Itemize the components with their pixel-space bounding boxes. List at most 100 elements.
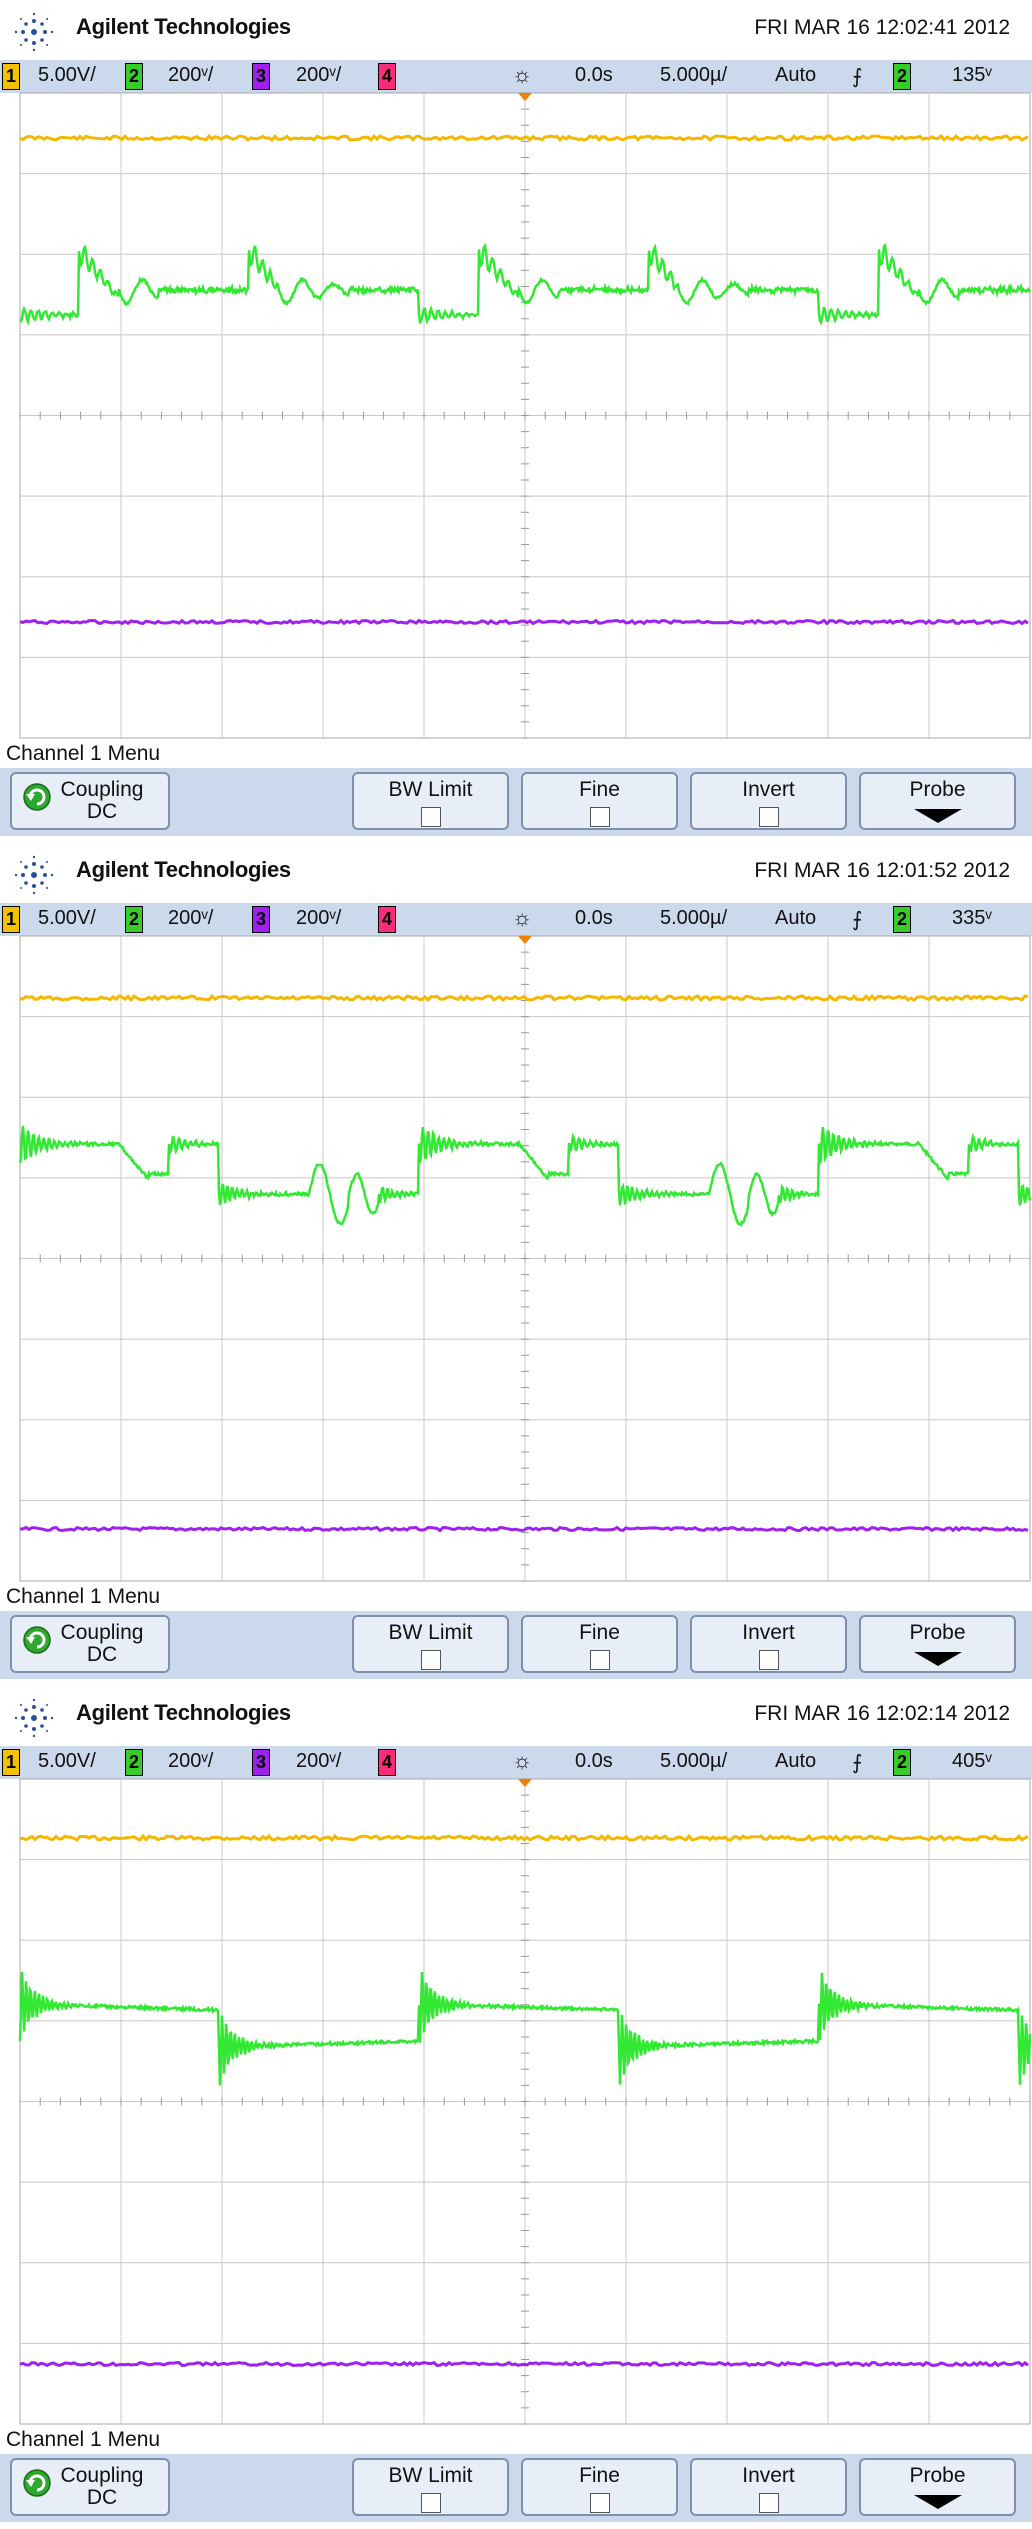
scope-screen: Agilent Technologies FRI MAR 16 12:02:41… [0, 0, 1032, 843]
channel-2-scale: 200ᵛ/ [168, 1750, 214, 1772]
probe-label: Probe [909, 1621, 966, 1644]
invert-checkbox[interactable] [758, 1650, 779, 1670]
timestamp: FRI MAR 16 12:02:41 2012 [754, 16, 1010, 39]
coupling-label: Coupling [60, 778, 144, 801]
bw-limit-button[interactable]: BW Limit [352, 772, 509, 830]
submenu-arrow-icon [913, 1652, 962, 1666]
brand-name: Agilent Technologies [76, 1700, 291, 1725]
timestamp: FRI MAR 16 12:02:14 2012 [754, 1702, 1010, 1725]
channel-2-scale: 200ᵛ/ [168, 907, 214, 929]
scope-screen: Agilent Technologies FRI MAR 16 12:01:52… [0, 843, 1032, 1686]
trigger-source-indicator: 2 [893, 63, 911, 90]
coupling-button[interactable]: Coupling DC [10, 2458, 170, 2516]
trigger-level: 405ᵛ [952, 1750, 992, 1772]
timebase-value: 5.000µ/ [660, 64, 728, 86]
probe-label: Probe [909, 2464, 966, 2487]
coupling-label: Coupling [60, 2464, 144, 2487]
channel-1-scale: 5.00V/ [38, 64, 96, 86]
softkey-bar: Coupling DC BW Limit Fine Invert Probe [0, 1611, 1032, 1679]
trigger-slope-icon: ⨍ [852, 909, 863, 931]
submenu-arrow-icon [913, 2495, 962, 2509]
trigger-mode: Auto [775, 907, 817, 929]
bw-limit-label: BW Limit [388, 778, 473, 801]
coupling-button[interactable]: Coupling DC [10, 772, 170, 830]
menu-title: Channel 1 Menu [6, 742, 161, 765]
rotate-icon [23, 1626, 51, 1654]
channel-2-indicator[interactable]: 2 [125, 1749, 143, 1776]
rotate-icon [23, 2469, 51, 2497]
channel-2-indicator[interactable]: 2 [125, 906, 143, 933]
invert-checkbox[interactable] [758, 807, 779, 827]
channel-3-scale: 200ᵛ/ [296, 64, 342, 86]
trigger-source-indicator: 2 [893, 1749, 911, 1776]
fine-checkbox[interactable] [589, 1650, 610, 1670]
channel-4-indicator[interactable]: 4 [378, 906, 396, 933]
channel-3-scale: 200ᵛ/ [296, 1750, 342, 1772]
bw-limit-checkbox[interactable] [420, 807, 441, 827]
probe-button[interactable]: Probe [859, 1615, 1016, 1673]
trigger-level: 335ᵛ [952, 907, 992, 929]
run-state-icon: ☼ [512, 905, 533, 930]
submenu-arrow-icon [913, 809, 962, 823]
probe-label: Probe [909, 778, 966, 801]
coupling-button[interactable]: Coupling DC [10, 1615, 170, 1673]
fine-label: Fine [579, 1621, 620, 1644]
fine-label: Fine [579, 2464, 620, 2487]
bw-limit-checkbox[interactable] [420, 1650, 441, 1670]
delay-value: 0.0s [575, 64, 613, 86]
coupling-value: DC [86, 800, 118, 823]
trigger-slope-icon: ⨍ [852, 66, 863, 88]
run-state-icon: ☼ [512, 62, 533, 87]
delay-value: 0.0s [575, 907, 613, 929]
invert-label: Invert [742, 1621, 795, 1644]
coupling-label: Coupling [60, 1621, 144, 1644]
channel-1-indicator[interactable]: 1 [2, 906, 20, 933]
invert-checkbox[interactable] [758, 2493, 779, 2513]
coupling-value: DC [86, 2486, 118, 2509]
channel-1-scale: 5.00V/ [38, 1750, 96, 1772]
agilent-logo-icon [14, 12, 54, 52]
bw-limit-button[interactable]: BW Limit [352, 2458, 509, 2516]
status-bar: 1 5.00V/ 2 200ᵛ/ 3 200ᵛ/ 4 ☼ 0.0s 5.000µ… [0, 903, 1032, 936]
trigger-slope-icon: ⨍ [852, 1752, 863, 1774]
probe-button[interactable]: Probe [859, 2458, 1016, 2516]
fine-checkbox[interactable] [589, 2493, 610, 2513]
trigger-mode: Auto [775, 64, 817, 86]
channel-3-indicator[interactable]: 3 [252, 63, 270, 90]
channel-2-indicator[interactable]: 2 [125, 63, 143, 90]
trigger-level: 135ᵛ [952, 64, 992, 86]
menu-title: Channel 1 Menu [6, 1585, 161, 1608]
softkey-bar: Coupling DC BW Limit Fine Invert Probe [0, 2454, 1032, 2522]
probe-button[interactable]: Probe [859, 772, 1016, 830]
agilent-logo-icon [14, 855, 54, 895]
scope-screen: Agilent Technologies FRI MAR 16 12:02:14… [0, 1686, 1032, 2529]
bw-limit-button[interactable]: BW Limit [352, 1615, 509, 1673]
softkey-bar: Coupling DC BW Limit Fine Invert Probe [0, 768, 1032, 836]
run-state-icon: ☼ [512, 1748, 533, 1773]
fine-checkbox[interactable] [589, 807, 610, 827]
timestamp: FRI MAR 16 12:01:52 2012 [754, 859, 1010, 882]
invert-button[interactable]: Invert [690, 2458, 847, 2516]
brand-name: Agilent Technologies [76, 14, 291, 39]
waveform-display [18, 1778, 1032, 2425]
timebase-value: 5.000µ/ [660, 907, 728, 929]
channel-1-indicator[interactable]: 1 [2, 1749, 20, 1776]
channel-4-indicator[interactable]: 4 [378, 1749, 396, 1776]
channel-1-indicator[interactable]: 1 [2, 63, 20, 90]
channel-3-scale: 200ᵛ/ [296, 907, 342, 929]
waveform-display [18, 935, 1032, 1582]
fine-button[interactable]: Fine [521, 1615, 678, 1673]
channel-4-indicator[interactable]: 4 [378, 63, 396, 90]
header: Agilent Technologies FRI MAR 16 12:01:52… [0, 843, 1032, 903]
invert-button[interactable]: Invert [690, 1615, 847, 1673]
brand-name: Agilent Technologies [76, 857, 291, 882]
trigger-mode: Auto [775, 1750, 817, 1772]
menu-title: Channel 1 Menu [6, 2428, 161, 2451]
bw-limit-checkbox[interactable] [420, 2493, 441, 2513]
fine-button[interactable]: Fine [521, 2458, 678, 2516]
invert-button[interactable]: Invert [690, 772, 847, 830]
channel-3-indicator[interactable]: 3 [252, 906, 270, 933]
fine-button[interactable]: Fine [521, 772, 678, 830]
status-bar: 1 5.00V/ 2 200ᵛ/ 3 200ᵛ/ 4 ☼ 0.0s 5.000µ… [0, 60, 1032, 93]
channel-3-indicator[interactable]: 3 [252, 1749, 270, 1776]
